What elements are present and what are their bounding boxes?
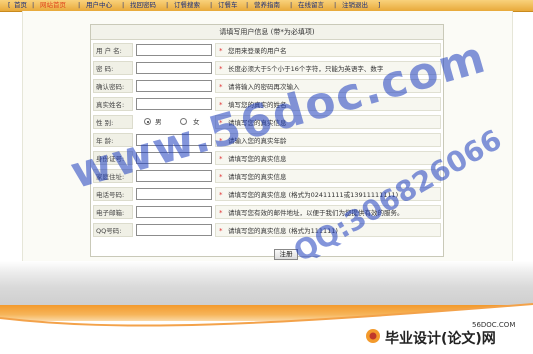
required-star: * xyxy=(219,173,223,181)
qq-label: QQ号码: xyxy=(93,223,133,237)
id-number-hint: * 请填写您的真实信息 xyxy=(215,151,441,165)
qq-input[interactable] xyxy=(136,224,212,236)
nav-separator: | xyxy=(122,1,125,9)
brand-logo-icon xyxy=(366,329,380,343)
nav-bracket: [ xyxy=(8,1,11,9)
password-input[interactable] xyxy=(136,62,212,74)
password-label: 密 码: xyxy=(93,61,133,75)
required-star: * xyxy=(219,191,223,199)
real-name-input[interactable] xyxy=(136,98,212,110)
nav-order-search[interactable]: 订餐搜索 xyxy=(174,1,200,10)
nav-separator: | xyxy=(210,1,213,9)
brand-name: 毕业设计(论文)网 xyxy=(385,331,496,347)
gender-label: 性 别: xyxy=(93,115,133,129)
form-row-qq: QQ号码: * 请填写您的真实信息 (格式为111111) xyxy=(91,221,443,239)
nav-separator: | xyxy=(78,1,81,9)
nav-user-center[interactable]: 用户中心 xyxy=(86,1,112,10)
email-input[interactable] xyxy=(136,206,212,218)
required-star: * xyxy=(219,47,223,55)
confirm-password-label: 确认密码: xyxy=(93,79,133,93)
nav-online-message[interactable]: 在线留言 xyxy=(298,1,324,10)
nav-find-password[interactable]: 找回密码 xyxy=(130,1,156,10)
nav-separator: | xyxy=(246,1,249,9)
nav-separator: | xyxy=(166,1,169,9)
confirm-password-input[interactable] xyxy=(136,80,212,92)
nav-site-home[interactable]: 网站首页 xyxy=(40,1,66,10)
required-star: * xyxy=(219,83,223,91)
nav-nutrition-guide[interactable]: 营养指南 xyxy=(254,1,280,10)
phone-input[interactable] xyxy=(136,188,212,200)
nav-home[interactable]: 首页 xyxy=(14,1,27,10)
username-label: 用 户 名: xyxy=(93,43,133,57)
required-star: * xyxy=(219,209,223,217)
nav-logout[interactable]: 注销退出 xyxy=(342,1,368,10)
nav-separator: | xyxy=(32,1,35,9)
nav-separator: | xyxy=(290,1,293,9)
required-star: * xyxy=(219,227,223,235)
required-star: * xyxy=(219,65,223,73)
form-title: 请填写用户信息 (带*为必填项) xyxy=(91,25,443,40)
nav-separator: | xyxy=(334,1,337,9)
real-name-label: 真实姓名: xyxy=(93,97,133,111)
gender-male-radio[interactable] xyxy=(144,118,151,125)
nav-order-cart[interactable]: 订餐车 xyxy=(218,1,238,10)
email-label: 电子邮箱: xyxy=(93,205,133,219)
username-input[interactable] xyxy=(136,44,212,56)
nav-bracket: ] xyxy=(378,1,381,9)
